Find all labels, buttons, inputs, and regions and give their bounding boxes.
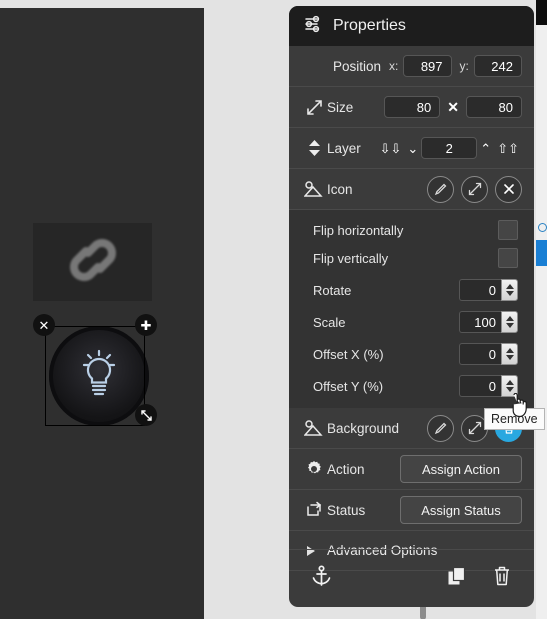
expand-icon[interactable]	[461, 175, 488, 203]
flip-horizontal-row[interactable]: Flip horizontally	[289, 216, 534, 244]
flip-vertical-label: Flip vertically	[313, 250, 389, 266]
panel-header: Properties	[289, 6, 534, 46]
spinner-up-icon[interactable]	[505, 316, 514, 321]
position-y-label: y:	[459, 59, 469, 73]
rotate-spinner-buttons[interactable]	[501, 279, 518, 301]
chevron-up-icon[interactable]: ⌃	[477, 142, 494, 155]
action-label: Action	[327, 461, 365, 477]
row-status: Status Assign Status	[289, 490, 534, 531]
layer-label: Layer	[327, 140, 361, 156]
sliver-titlebar	[536, 0, 547, 25]
handle-add-icon[interactable]: ✚	[135, 314, 157, 336]
rotate-stepper[interactable]: 0	[459, 279, 518, 301]
size-height-input[interactable]: 80	[466, 96, 522, 118]
resize-diagonal-icon	[301, 99, 327, 116]
chain-link-icon	[56, 237, 130, 288]
canvas-scrollbar-track[interactable]	[209, 8, 426, 619]
double-chevron-up-icon[interactable]: ⇧⇧	[494, 142, 522, 155]
assign-status-button[interactable]: Assign Status	[400, 496, 522, 524]
spinner-up-icon[interactable]	[505, 348, 514, 353]
offset-x-input[interactable]: 0	[459, 343, 501, 365]
handle-add-label: ✚	[140, 317, 152, 333]
scale-label: Scale	[313, 314, 346, 330]
size-width-input[interactable]: 80	[384, 96, 441, 118]
footer-actions	[447, 565, 512, 592]
spinner-down-icon[interactable]	[505, 355, 514, 360]
trash-icon[interactable]	[492, 565, 512, 592]
sliders-icon	[303, 14, 323, 39]
editor-canvas[interactable]: ✕ ✚	[0, 8, 204, 619]
rotate-label: Rotate	[313, 282, 352, 298]
row-position: Position x: 897 y: 242	[289, 46, 534, 87]
position-label: Position	[333, 58, 382, 74]
size-separator: ✕	[447, 98, 459, 115]
double-chevron-down-icon[interactable]: ⇩⇩	[377, 142, 405, 155]
offset-y-label: Offset Y (%)	[313, 378, 384, 394]
row-size: Size 80 ✕ 80	[289, 87, 534, 128]
offset-x-stepper[interactable]: 0	[459, 343, 518, 365]
size-label: Size	[327, 99, 354, 115]
scale-spinner-buttons[interactable]	[501, 311, 518, 333]
sliver-app-icon	[538, 223, 547, 232]
handle-resize-icon[interactable]	[135, 404, 157, 426]
properties-panel: Properties Position x: 897 y: 242 Size 8…	[289, 6, 534, 607]
spinner-up-icon[interactable]	[505, 380, 514, 385]
canvas-image-widget[interactable]	[33, 223, 152, 301]
flip-horizontal-checkbox[interactable]	[498, 220, 518, 240]
gear-icon	[301, 460, 327, 478]
flip-vertical-row[interactable]: Flip vertically	[289, 244, 534, 272]
icon-options-panel: Flip horizontally Flip vertically Rotate…	[289, 210, 534, 408]
background-window-sliver[interactable]	[536, 0, 547, 619]
rotate-input[interactable]: 0	[459, 279, 501, 301]
layer-value-input[interactable]: 2	[421, 137, 478, 159]
assign-action-button[interactable]: Assign Action	[400, 455, 522, 483]
status-label: Status	[327, 502, 366, 518]
pencil-icon[interactable]	[427, 414, 454, 442]
scale-row: Scale 100	[289, 308, 534, 336]
scale-input[interactable]: 100	[459, 311, 501, 333]
image-icon	[301, 180, 327, 198]
updown-arrows-icon	[301, 139, 327, 157]
selected-widget-group[interactable]: ✕ ✚	[33, 314, 157, 431]
copy-icon[interactable]	[447, 566, 468, 592]
status-icon	[301, 501, 327, 519]
spinner-down-icon[interactable]	[505, 387, 514, 392]
panel-title: Properties	[333, 17, 406, 34]
mouse-cursor-icon	[509, 392, 531, 424]
image-icon	[301, 419, 327, 437]
position-x-label: x:	[389, 59, 399, 73]
row-action: Action Assign Action	[289, 449, 534, 490]
app-root: ✕ ✚ Properties Position x: 897 y: 242 Si…	[0, 0, 547, 619]
anchor-icon[interactable]	[311, 564, 332, 593]
scale-stepper[interactable]: 100	[459, 311, 518, 333]
offset-x-row: Offset X (%) 0	[289, 340, 534, 368]
spinner-down-icon[interactable]	[505, 291, 514, 296]
flip-horizontal-label: Flip horizontally	[313, 222, 404, 238]
handle-delete-icon[interactable]: ✕	[33, 314, 55, 336]
sliver-selected-row[interactable]	[536, 240, 547, 266]
position-y-input[interactable]: 242	[473, 55, 522, 77]
row-icon: Icon	[289, 169, 534, 210]
offset-x-label: Offset X (%)	[313, 346, 384, 362]
offset-x-spinner-buttons[interactable]	[501, 343, 518, 365]
position-x-input[interactable]: 897	[403, 55, 452, 77]
pencil-icon[interactable]	[427, 175, 454, 203]
flip-vertical-checkbox[interactable]	[498, 248, 518, 268]
spinner-down-icon[interactable]	[505, 323, 514, 328]
panel-footer	[289, 549, 534, 607]
offset-y-input[interactable]: 0	[459, 375, 501, 397]
chevron-down-icon[interactable]: ⌄	[404, 142, 421, 155]
spinner-up-icon[interactable]	[505, 284, 514, 289]
handle-delete-label: ✕	[38, 317, 50, 333]
offset-y-row: Offset Y (%) 0	[289, 372, 534, 400]
selection-box	[45, 326, 145, 426]
close-x-icon[interactable]	[495, 175, 522, 203]
rotate-row: Rotate 0	[289, 276, 534, 304]
icon-label: Icon	[327, 181, 353, 197]
background-label: Background	[327, 420, 400, 436]
row-layer: Layer ⇩⇩ ⌄ 2 ⌃ ⇧⇧	[289, 128, 534, 169]
